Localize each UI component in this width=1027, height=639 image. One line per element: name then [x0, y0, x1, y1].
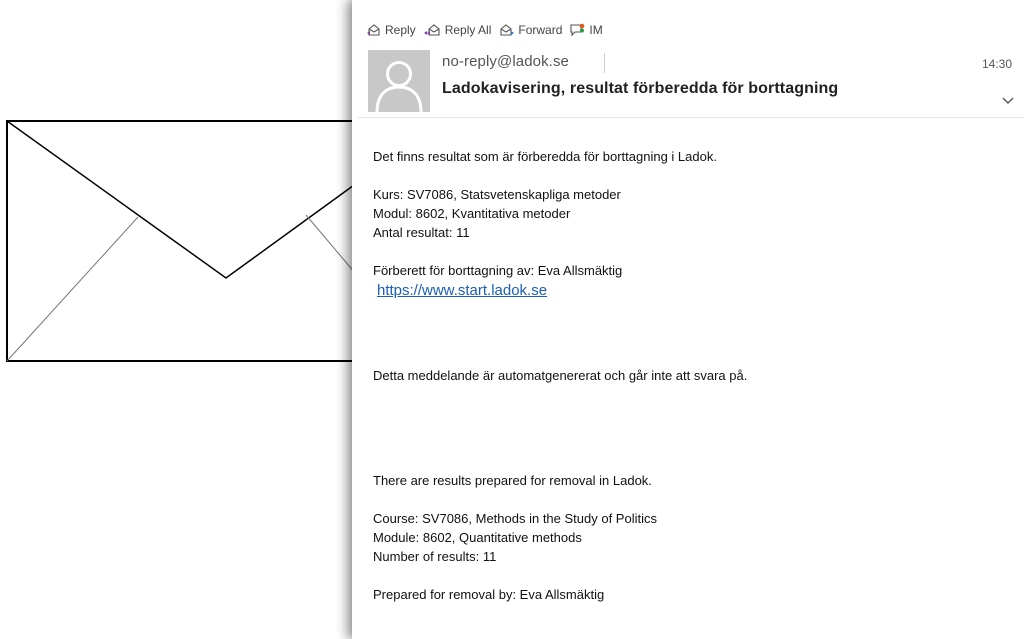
body-course-en: Course: SV7086, Methods in the Study of … [373, 511, 657, 526]
avatar-person-icon [375, 61, 423, 112]
body-prepared-by-en: Prepared for removal by: Eva Allsmäktig [373, 587, 605, 602]
expand-header-button[interactable] [1002, 92, 1014, 110]
received-time: 14:30 [981, 57, 1012, 71]
body-prepared-by-sv: Förberett för borttagning av: Eva Allsmä… [373, 263, 623, 278]
body-intro-sv: Det finns resultat som är förberedda för… [373, 149, 717, 164]
body-intro-en: There are results prepared for removal i… [373, 473, 652, 488]
body-module-en: Module: 8602, Quantitative methods [373, 530, 582, 545]
forward-label: Forward [518, 23, 563, 37]
email-reading-pane: Reply Reply All Forward IM no-reply@lado… [352, 0, 1027, 639]
body-auto-note-sv: Detta meddelande är automatgenererat och… [373, 368, 748, 383]
im-label: IM [589, 23, 603, 37]
im-icon [570, 23, 585, 37]
im-button[interactable]: IM [570, 23, 603, 37]
body-course-sv: Kurs: SV7086, Statsvetenskapliga metoder [373, 187, 621, 202]
forward-button[interactable]: Forward [499, 23, 562, 37]
avatar [368, 50, 430, 112]
header-separator [358, 117, 1024, 118]
header-divider [604, 53, 605, 73]
body-count-sv: Antal resultat: 11 [373, 225, 470, 240]
forward-icon [500, 24, 515, 36]
reply-button[interactable]: Reply [366, 23, 416, 37]
envelope-icon [6, 120, 362, 362]
body-count-en: Number of results: 11 [373, 549, 497, 564]
reply-icon [367, 24, 380, 36]
reply-all-label: Reply All [444, 23, 492, 37]
chevron-down-icon [1002, 97, 1014, 104]
message-body: Det finns resultat som är förberedda för… [373, 147, 1013, 604]
sender-address[interactable]: no-reply@ladok.se [442, 53, 569, 70]
body-module-sv: Modul: 8602, Kvantitativa metoder [373, 206, 571, 221]
reply-all-icon [423, 24, 440, 36]
reply-label: Reply [385, 23, 416, 37]
message-subject: Ladokavisering, resultat förberedda för … [442, 80, 839, 97]
message-toolbar: Reply Reply All Forward IM [366, 20, 611, 40]
ladok-link[interactable]: https://www.start.ladok.se [377, 281, 547, 300]
reply-all-button[interactable]: Reply All [423, 23, 492, 37]
